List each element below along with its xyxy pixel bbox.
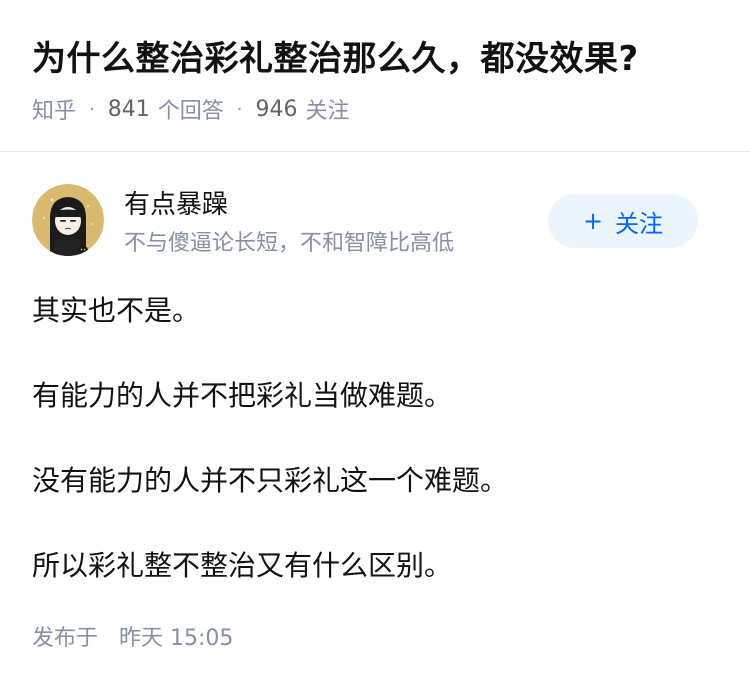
question-title[interactable]: 为什么整治彩礼整治那么久，都没效果?: [32, 36, 718, 82]
follow-button[interactable]: + 关注: [548, 194, 698, 248]
followers-label[interactable]: 关注: [306, 93, 350, 125]
followers-count: 946: [255, 96, 298, 122]
published-time: 昨天 15:05: [119, 626, 234, 651]
divider: [0, 151, 750, 152]
author-name[interactable]: 有点暴躁: [124, 188, 228, 222]
publish-info: 发布于 昨天 15:05: [32, 624, 233, 654]
answer-page: 为什么整治彩礼整治那么久，都没效果? 知乎 · 841 个回答 · 946 关注: [0, 0, 750, 690]
answer-paragraph: 有能力的人并不把彩礼当做难题。: [32, 379, 453, 412]
answer-paragraph: 没有能力的人并不只彩礼这一个难题。: [32, 464, 509, 497]
answer-content: 其实也不是。 有能力的人并不把彩礼当做难题。 没有能力的人并不只彩礼这一个难题。…: [32, 292, 718, 585]
separator-dot: ·: [89, 98, 95, 120]
question-meta: 知乎 · 841 个回答 · 946 关注: [32, 93, 718, 125]
plus-icon: +: [582, 207, 604, 235]
author-bio-container: 不与傻逼论长短，不和智障比高低: [124, 228, 574, 260]
answer-paragraph: 其实也不是。: [32, 294, 201, 327]
answer-paragraph: 所以彩礼整不整治又有什么区别。: [32, 549, 453, 582]
separator-dot: ·: [236, 98, 243, 120]
published-label: 发布于: [32, 626, 99, 651]
follow-label: 关注: [615, 209, 664, 238]
answers-label[interactable]: 个回答: [158, 93, 224, 125]
question-header: 为什么整治彩礼整治那么久，都没效果? 知乎 · 841 个回答 · 946 关注: [0, 0, 750, 124]
source-label[interactable]: 知乎: [32, 93, 76, 125]
answers-count: 841: [107, 96, 150, 122]
avatar-cartoon-girl-icon: [32, 184, 104, 256]
avatar[interactable]: [32, 184, 104, 256]
author-bio: 不与傻逼论长短，不和智障比高低: [124, 231, 455, 256]
